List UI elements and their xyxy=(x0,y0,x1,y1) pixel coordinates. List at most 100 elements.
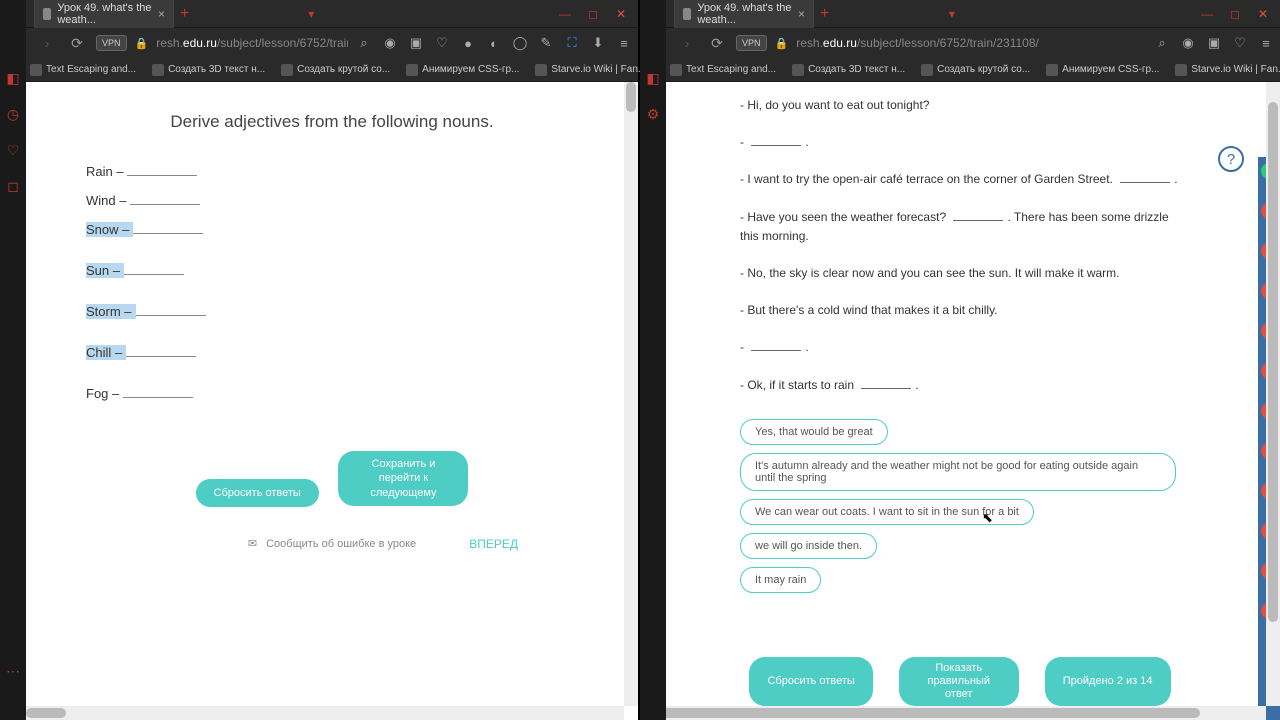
bookmark-favicon-icon xyxy=(406,64,418,76)
camera-icon[interactable]: ◉ xyxy=(1180,35,1196,51)
show-answer-button[interactable]: Показать правильный ответ xyxy=(899,657,1019,707)
translate-icon[interactable]: ⛶ xyxy=(564,35,580,51)
bookmark-icon[interactable]: ▣ xyxy=(408,35,424,51)
menu-icon[interactable]: ≡ xyxy=(1258,35,1274,51)
close-window-button[interactable]: ✕ xyxy=(1250,4,1276,24)
bookmark-item[interactable]: Создать 3D текст н... xyxy=(792,64,905,76)
answer-chip[interactable]: It may rain xyxy=(740,567,821,593)
camera-icon[interactable]: ◉ xyxy=(382,35,398,51)
search-icon[interactable]: ⌕ xyxy=(356,35,372,51)
ext2-icon[interactable]: ◐ xyxy=(486,35,502,51)
browser-tab[interactable]: Урок 49. what's the weath... × xyxy=(674,0,814,30)
dialog-line: - Hi, do you want to eat out tonight? xyxy=(740,96,1180,115)
heart-icon[interactable]: ♡ xyxy=(434,35,450,51)
close-tab-icon[interactable]: × xyxy=(158,7,165,21)
answer-chip[interactable]: we will go inside then. xyxy=(740,533,877,559)
answer-blank[interactable] xyxy=(124,261,184,275)
reload-button[interactable]: ⟳ xyxy=(706,32,728,54)
window-controls: — ◻ ✕ xyxy=(552,4,634,24)
bookmark-item[interactable]: Starve.io Wiki | Fan... xyxy=(1175,64,1280,76)
rail-more-icon[interactable]: ⋯ xyxy=(6,663,20,680)
bookmark-item[interactable]: Создать крутой со... xyxy=(921,64,1030,76)
url-display[interactable]: resh.edu.ru/subject/lesson/6752/train/23… xyxy=(156,36,348,50)
forward-button[interactable]: › xyxy=(36,32,58,54)
answer-blank[interactable] xyxy=(136,302,206,316)
noun-row: Rain – xyxy=(86,162,578,179)
bookmark-favicon-icon xyxy=(1175,64,1187,76)
reset-button[interactable]: Сбросить ответы xyxy=(196,479,319,507)
titlebar: Урок 49. what's the weath... × + ▾ — ◻ ✕ xyxy=(640,0,1280,28)
bookmark-favicon-icon xyxy=(1046,64,1058,76)
rail-icon[interactable]: ♡ xyxy=(5,142,21,158)
opera-sidebar: ◧ ⚙ xyxy=(640,0,666,720)
ext3-icon[interactable]: ◯ xyxy=(512,35,528,51)
lock-icon: 🔒 xyxy=(135,37,149,50)
bookmark-item[interactable]: Анимируем CSS-гр... xyxy=(406,64,519,76)
rail-icon[interactable]: ◧ xyxy=(645,70,661,86)
answer-chip[interactable]: It's autumn already and the weather migh… xyxy=(740,453,1176,491)
url-display[interactable]: resh.edu.ru/subject/lesson/6752/train/23… xyxy=(796,36,1146,50)
rail-icon[interactable]: ◧ xyxy=(5,70,21,86)
reload-button[interactable]: ⟳ xyxy=(66,32,88,54)
bookmark-icon[interactable]: ▣ xyxy=(1206,35,1222,51)
new-tab-button[interactable]: + xyxy=(180,5,189,23)
answer-blank[interactable] xyxy=(133,220,203,234)
browser-tab[interactable]: Урок 49. what's the weath... × xyxy=(34,0,174,30)
rail-icon[interactable]: ⚙ xyxy=(645,106,661,122)
vertical-scrollbar[interactable] xyxy=(1266,82,1280,706)
tab-menu-icon[interactable]: ▾ xyxy=(308,7,314,21)
answer-blank[interactable] xyxy=(130,191,200,205)
tab-title: Урок 49. what's the weath... xyxy=(57,2,152,26)
save-next-button[interactable]: Сохранить и перейти к следующему xyxy=(338,451,468,506)
ext1-icon[interactable]: ● xyxy=(460,35,476,51)
forward-button[interactable]: › xyxy=(676,32,698,54)
answer-blank[interactable] xyxy=(751,134,801,146)
bookmark-item[interactable]: Создать 3D текст н... xyxy=(152,64,265,76)
answer-blank[interactable] xyxy=(861,377,911,389)
maximize-button[interactable]: ◻ xyxy=(1222,4,1248,24)
answer-chip[interactable]: We can wear out coats. I want to sit in … xyxy=(740,499,1034,525)
bookmark-item[interactable]: Анимируем CSS-гр... xyxy=(1046,64,1159,76)
rail-icon[interactable]: ◻ xyxy=(5,178,21,194)
answer-blank[interactable] xyxy=(751,339,801,351)
answer-chip[interactable]: Yes, that would be great xyxy=(740,419,888,445)
bookmark-item[interactable]: Text Escaping and... xyxy=(30,64,136,76)
bookmark-item[interactable]: Text Escaping and... xyxy=(670,64,776,76)
ext4-icon[interactable]: ✎ xyxy=(538,35,554,51)
reset-button[interactable]: Сбросить ответы xyxy=(749,657,872,707)
maximize-button[interactable]: ◻ xyxy=(580,4,606,24)
rail-icon[interactable]: ◷ xyxy=(5,106,21,122)
bookmark-item[interactable]: Создать крутой со... xyxy=(281,64,390,76)
answer-blank[interactable] xyxy=(953,209,1003,221)
heart-icon[interactable]: ♡ xyxy=(1232,35,1248,51)
help-icon[interactable]: ? xyxy=(1218,146,1244,172)
favicon-icon xyxy=(43,8,51,20)
answer-blank[interactable] xyxy=(126,343,196,357)
progress-button[interactable]: Пройдено 2 из 14 xyxy=(1045,657,1171,707)
dialog-line: - . xyxy=(740,133,1180,152)
dialog-line: - No, the sky is clear now and you can s… xyxy=(740,264,1180,283)
horizontal-scrollbar[interactable] xyxy=(640,706,1266,720)
close-tab-icon[interactable]: × xyxy=(798,7,805,21)
new-tab-button[interactable]: + xyxy=(820,5,829,23)
download-icon[interactable]: ⬇ xyxy=(590,35,606,51)
answer-blank[interactable] xyxy=(1120,171,1170,183)
search-icon[interactable]: ⌕ xyxy=(1154,35,1170,51)
menu-icon[interactable]: ≡ xyxy=(616,35,632,51)
minimize-button[interactable]: — xyxy=(552,4,578,24)
bookmark-item[interactable]: Starve.io Wiki | Fan... xyxy=(535,64,646,76)
bookmarks-bar: Text Escaping and... Создать 3D текст н.… xyxy=(640,58,1280,82)
titlebar: Урок 49. what's the weath... × + ▾ — ◻ ✕ xyxy=(0,0,638,28)
forward-link[interactable]: ВПЕРЕД xyxy=(469,537,518,551)
answer-blank[interactable] xyxy=(123,384,193,398)
vertical-scrollbar[interactable] xyxy=(624,82,638,706)
report-error-link[interactable]: Сообщить об ошибке в уроке xyxy=(266,538,416,550)
minimize-button[interactable]: — xyxy=(1194,4,1220,24)
tab-menu-icon[interactable]: ▾ xyxy=(949,7,955,21)
vpn-badge[interactable]: VPN xyxy=(736,35,767,51)
close-window-button[interactable]: ✕ xyxy=(608,4,634,24)
horizontal-scrollbar[interactable] xyxy=(26,706,624,720)
vpn-badge[interactable]: VPN xyxy=(96,35,127,51)
answer-blank[interactable] xyxy=(127,162,197,176)
url-bar-row: ‹ › ⟳ VPN 🔒 resh.edu.ru/subject/lesson/6… xyxy=(0,28,638,58)
